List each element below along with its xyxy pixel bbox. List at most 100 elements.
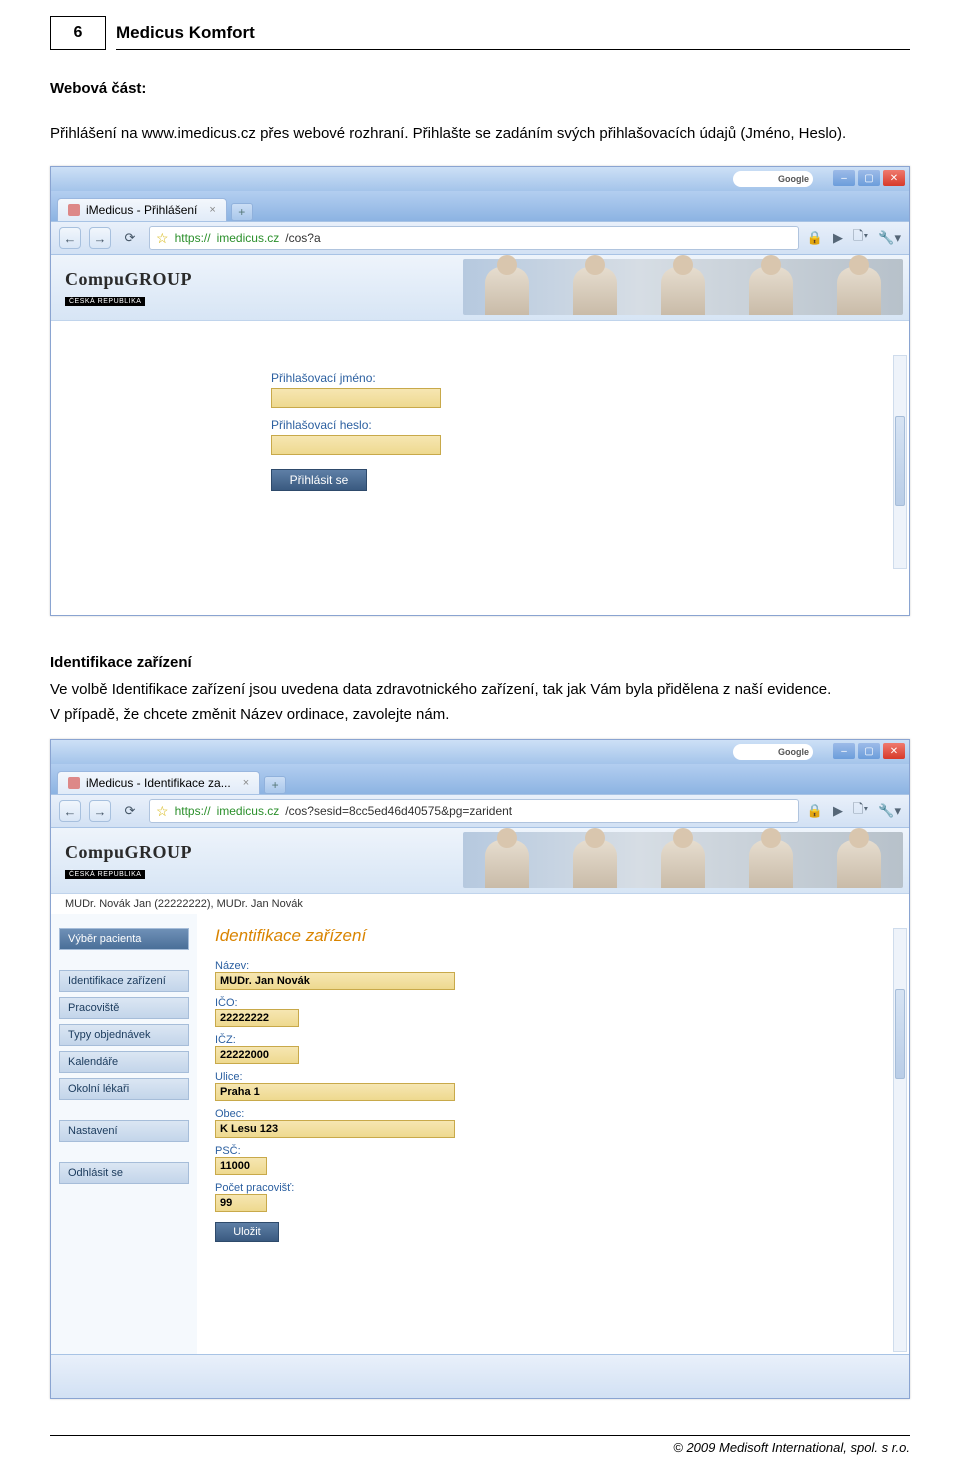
browser-window-ident: Google – ▢ ✕ iMedicus - Identifikace za.… xyxy=(50,739,910,1399)
obec-input[interactable]: K Lesu 123 xyxy=(215,1120,455,1138)
nazev-input[interactable]: MUDr. Jan Novák xyxy=(215,972,455,990)
url-path: /cos?sesid=8cc5ed46d40575&pg=zarident xyxy=(285,804,512,818)
section1-heading: Webová část: xyxy=(50,80,146,97)
tab-title: iMedicus - Přihlášení xyxy=(86,203,197,217)
banner-image xyxy=(463,832,903,888)
panel-title: Identifikace zařízení xyxy=(215,926,891,946)
browser-tab[interactable]: iMedicus - Přihlášení × xyxy=(57,198,227,221)
login-button[interactable]: Přihlásit se xyxy=(271,469,367,491)
lock-icon: 🔒 xyxy=(807,230,823,246)
pocet-input[interactable]: 99 xyxy=(215,1194,267,1212)
status-bar xyxy=(51,1354,909,1398)
close-button[interactable]: ✕ xyxy=(883,170,905,186)
site-logo: CompuGROUP ČESKÁ REPUBLIKA xyxy=(65,842,192,879)
site-banner: CompuGROUP ČESKÁ REPUBLIKA xyxy=(51,255,909,321)
favicon-icon xyxy=(68,204,80,216)
tab-close-icon[interactable]: × xyxy=(209,204,215,216)
sidebar-item-vyber-pacienta[interactable]: Výběr pacienta xyxy=(59,928,189,950)
ico-input[interactable]: 22222222 xyxy=(215,1009,299,1027)
password-label: Přihlašovací heslo: xyxy=(271,418,909,432)
back-button[interactable]: ← xyxy=(59,800,81,822)
forward-button[interactable]: → xyxy=(89,227,111,249)
maximize-button[interactable]: ▢ xyxy=(858,743,880,759)
maximize-button[interactable]: ▢ xyxy=(858,170,880,186)
user-info: MUDr. Novák Jan (22222222), MUDr. Jan No… xyxy=(51,894,909,914)
scrollbar-thumb[interactable] xyxy=(895,416,905,506)
minimize-button[interactable]: – xyxy=(833,170,855,186)
bookmark-star-icon[interactable]: ☆ xyxy=(156,230,169,247)
url-host: imedicus.cz xyxy=(217,231,280,245)
play-icon[interactable]: ▶ xyxy=(833,230,843,246)
new-tab-button[interactable]: + xyxy=(231,203,253,221)
search-google[interactable]: Google xyxy=(733,171,813,187)
section1-paragraph: Přihlášení na www.imedicus.cz přes webov… xyxy=(50,123,910,144)
page-icon[interactable]: 🗋▾ xyxy=(853,227,868,249)
site-banner: CompuGROUP ČESKÁ REPUBLIKA xyxy=(51,828,909,894)
browser-toolbar: ← → ⟳ ☆ https://imedicus.cz/cos?sesid=8c… xyxy=(51,794,909,828)
sidebar-item-kalendare[interactable]: Kalendáře xyxy=(59,1051,189,1073)
section2-text: Ve volbě Identifikace zařízení jsou uved… xyxy=(50,679,910,700)
url-bar[interactable]: ☆ https://imedicus.cz/cos?sesid=8cc5ed46… xyxy=(149,799,799,823)
reload-button[interactable]: ⟳ xyxy=(119,800,141,822)
footer-divider xyxy=(50,1435,910,1436)
sidebar-item-okolni-lekari[interactable]: Okolní lékaři xyxy=(59,1078,189,1100)
logo-subtext: ČESKÁ REPUBLIKA xyxy=(65,870,145,879)
username-input[interactable] xyxy=(271,388,441,408)
sidebar-item-nastaveni[interactable]: Nastavení xyxy=(59,1120,189,1142)
identifikace-form: Identifikace zařízení Název: MUDr. Jan N… xyxy=(197,914,909,1354)
sidebar-item-typy-objednavek[interactable]: Typy objednávek xyxy=(59,1024,189,1046)
minimize-button[interactable]: – xyxy=(833,743,855,759)
browser-toolbar: ← → ⟳ ☆ https://imedicus.cz/cos?a 🔒 ▶ 🗋▾… xyxy=(51,221,909,255)
sidebar-item-identifikace[interactable]: Identifikace zařízení xyxy=(59,970,189,992)
page-number: 6 xyxy=(50,16,106,50)
scrollbar[interactable] xyxy=(893,355,907,569)
tab-title: iMedicus - Identifikace za... xyxy=(86,776,231,790)
lock-icon: 🔒 xyxy=(807,803,823,819)
browser-window-login: Google – ▢ ✕ iMedicus - Přihlášení × + ←… xyxy=(50,166,910,616)
wrench-icon[interactable]: 🔧▾ xyxy=(878,230,901,246)
ulice-input[interactable]: Praha 1 xyxy=(215,1083,455,1101)
sidebar-item-pracoviste[interactable]: Pracoviště xyxy=(59,997,189,1019)
play-icon[interactable]: ▶ xyxy=(833,803,843,819)
window-titlebar: Google – ▢ ✕ xyxy=(51,167,909,191)
doc-title: Medicus Komfort xyxy=(116,23,910,50)
sidebar-item-odhlasit[interactable]: Odhlásit se xyxy=(59,1162,189,1184)
search-google[interactable]: Google xyxy=(733,744,813,760)
forward-button[interactable]: → xyxy=(89,800,111,822)
google-label: Google xyxy=(778,747,809,757)
reload-button[interactable]: ⟳ xyxy=(119,227,141,249)
url-bar[interactable]: ☆ https://imedicus.cz/cos?a xyxy=(149,226,799,250)
site-logo: CompuGROUP ČESKÁ REPUBLIKA xyxy=(65,269,192,306)
scrollbar-thumb[interactable] xyxy=(895,989,905,1079)
logo-subtext: ČESKÁ REPUBLIKA xyxy=(65,297,145,306)
login-form: Přihlašovací jméno: Přihlašovací heslo: … xyxy=(51,321,909,611)
tab-bar: iMedicus - Identifikace za... × + xyxy=(51,764,909,794)
password-input[interactable] xyxy=(271,435,441,455)
new-tab-button[interactable]: + xyxy=(264,776,286,794)
url-scheme: https:// xyxy=(175,804,211,818)
google-label: Google xyxy=(778,174,809,184)
icz-input[interactable]: 22222000 xyxy=(215,1046,299,1064)
tab-close-icon[interactable]: × xyxy=(243,777,249,789)
username-label: Přihlašovací jméno: xyxy=(271,371,909,385)
tab-bar: iMedicus - Přihlášení × + xyxy=(51,191,909,221)
psc-input[interactable]: 11000 xyxy=(215,1157,267,1175)
bookmark-star-icon[interactable]: ☆ xyxy=(156,803,169,820)
favicon-icon xyxy=(68,777,80,789)
nazev-label: Název: xyxy=(215,960,891,972)
section2-heading: Identifikace zařízení xyxy=(50,654,192,671)
browser-tab[interactable]: iMedicus - Identifikace za... × xyxy=(57,771,260,794)
window-titlebar: Google – ▢ ✕ xyxy=(51,740,909,764)
scrollbar[interactable] xyxy=(893,928,907,1352)
psc-label: PSČ: xyxy=(215,1145,891,1157)
wrench-icon[interactable]: 🔧▾ xyxy=(878,803,901,819)
close-button[interactable]: ✕ xyxy=(883,743,905,759)
banner-image xyxy=(463,259,903,315)
save-button[interactable]: Uložit xyxy=(215,1222,279,1242)
footer-copyright: © 2009 Medisoft International, spol. s r… xyxy=(50,1440,910,1455)
page-icon[interactable]: 🗋▾ xyxy=(853,800,868,822)
back-button[interactable]: ← xyxy=(59,227,81,249)
section2-text2: V případě, že chcete změnit Název ordina… xyxy=(50,704,910,725)
obec-label: Obec: xyxy=(215,1108,891,1120)
url-path: /cos?a xyxy=(285,231,320,245)
